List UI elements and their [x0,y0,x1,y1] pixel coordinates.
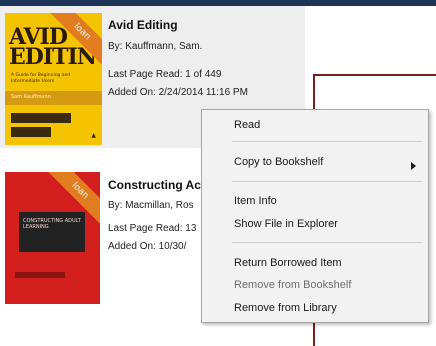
book-title[interactable]: Constructing Ac [108,178,201,192]
cover-title: CONSTRUCTING ADULT LEARNING [23,218,81,230]
book-title[interactable]: Avid Editing [108,18,178,32]
book-author: By: Kauffmann, Sam. [108,41,203,52]
book-details-clipped: Constructing Ac By: Macmillan, Ros Last … [108,172,206,252]
cover-author: Sam Kauffmann [11,94,51,100]
book-last-page-read: Last Page Read: 1 of 449 [108,69,222,80]
book-added-on: Added On: 2/24/2014 11:16 PM [108,87,248,98]
menu-separator [232,242,422,243]
menu-item-return-borrowed-item[interactable]: Return Borrowed Item [234,257,342,269]
cover-graphic-strip [11,127,51,137]
menu-item-read[interactable]: Read [234,119,260,131]
book-last-page-read: Last Page Read: 13 [108,223,197,234]
book-cover-avid-editing[interactable]: AVID EDITING A Guide for Beginning and I… [5,13,102,145]
menu-item-show-file-in-explorer[interactable]: Show File in Explorer [234,218,338,230]
menu-item-item-info[interactable]: Item Info [234,195,277,207]
menu-separator [232,181,422,182]
menu-item-remove-from-library[interactable]: Remove from Library [234,302,337,314]
menu-item-remove-from-bookshelf: Remove from Bookshelf [234,279,352,291]
book-added-on: Added On: 10/30/ [108,241,187,252]
publisher-logo-icon: ▲ [91,132,96,139]
book-cover-constructing[interactable]: CONSTRUCTING ADULT LEARNING loan [5,172,100,304]
menu-item-copy-to-bookshelf[interactable]: Copy to Bookshelf [234,156,323,168]
cover-graphic-strip [11,113,71,123]
book-author: By: Macmillan, Ros [108,200,194,211]
cover-subtitle: A Guide for Beginning and Intermediate U… [11,73,71,84]
cover-graphic-strip [15,272,65,278]
context-menu: Read Copy to Bookshelf Item Info Show Fi… [201,109,429,323]
menu-separator [232,141,422,142]
submenu-arrow-icon [411,162,416,170]
